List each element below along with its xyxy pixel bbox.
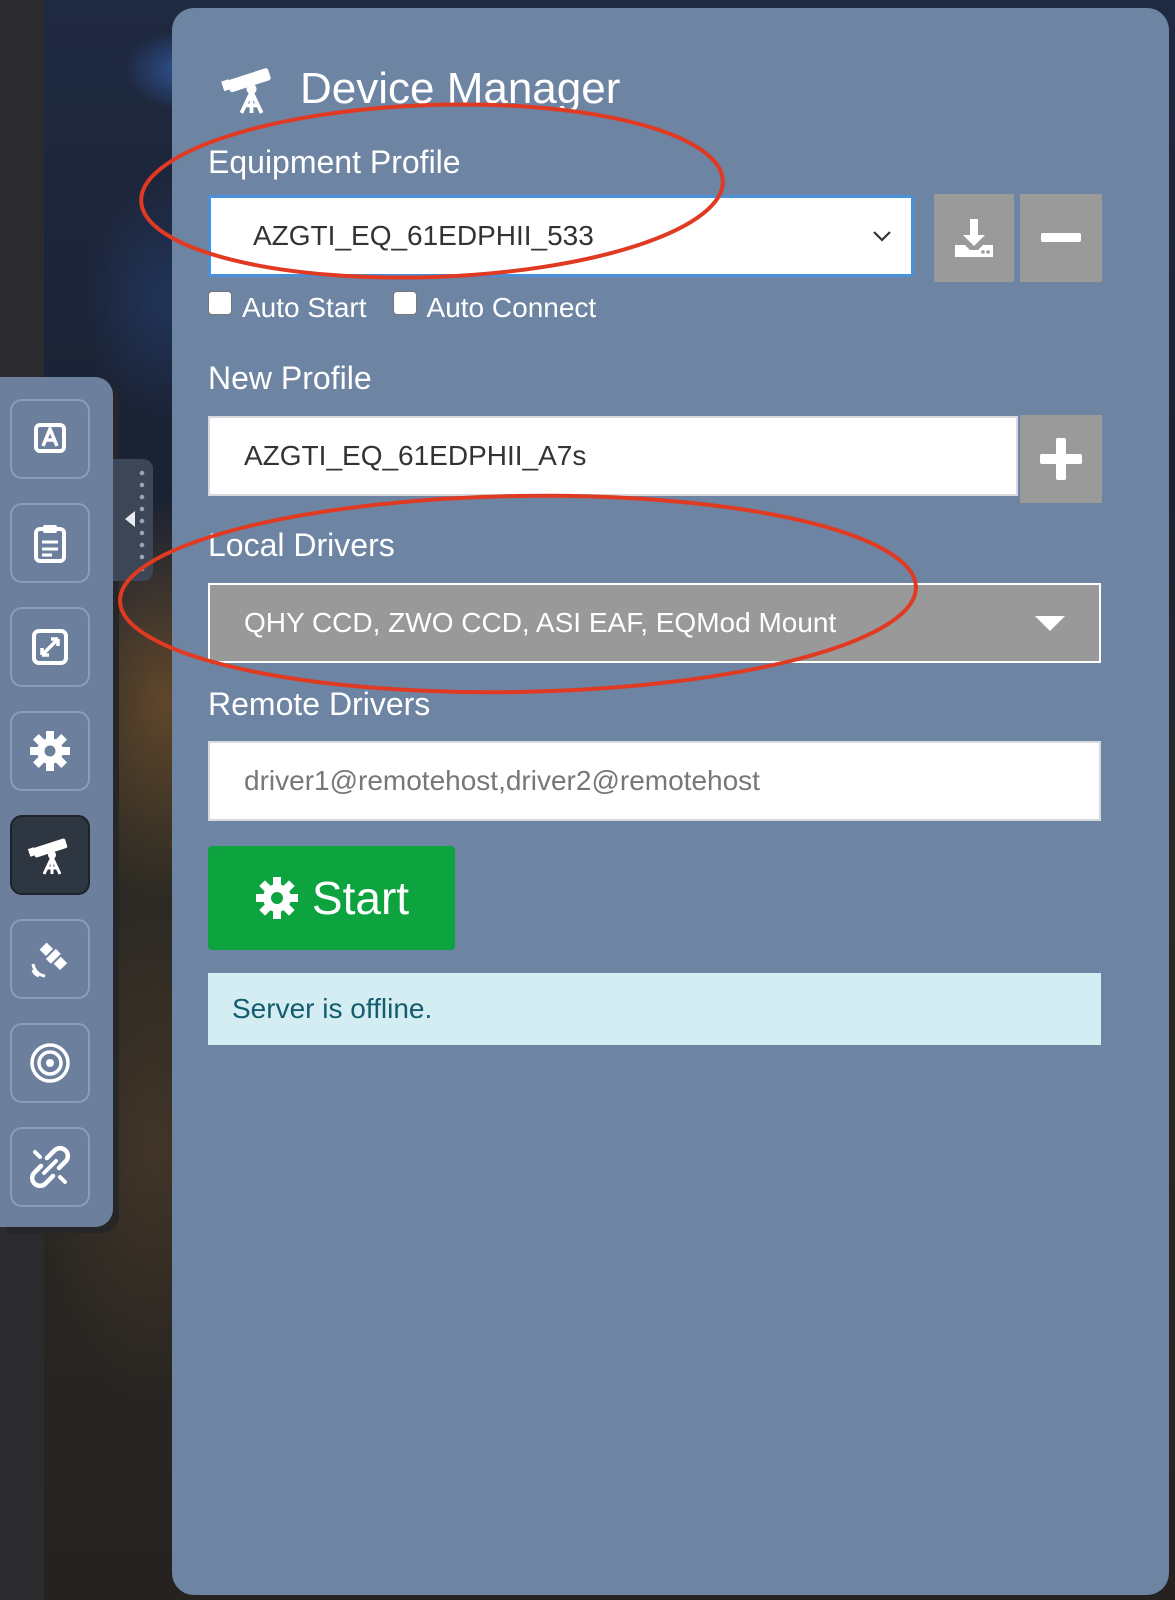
sidebar-item-text[interactable] <box>10 399 90 479</box>
gear-icon <box>30 731 70 771</box>
expand-icon <box>32 629 68 665</box>
unlink-icon <box>29 1145 71 1189</box>
sidebar-item-fullscreen[interactable] <box>10 607 90 687</box>
new-profile-input[interactable]: AZGTI_EQ_61EDPHII_A7s <box>208 416 1018 496</box>
clipboard-icon <box>34 525 66 563</box>
new-profile-value: AZGTI_EQ_61EDPHII_A7s <box>244 440 587 471</box>
auto-start-label: Auto Start <box>242 292 367 323</box>
local-drivers-select[interactable]: QHY CCD, ZWO CCD, ASI EAF, EQMod Mount <box>208 583 1101 663</box>
text-a-icon <box>34 423 66 453</box>
local-drivers-label: Local Drivers <box>208 527 395 563</box>
drag-dots-icon <box>139 467 145 573</box>
remote-drivers-input[interactable]: driver1@remotehost,driver2@remotehost <box>208 741 1101 821</box>
auto-start-checkbox[interactable] <box>208 291 232 315</box>
plus-icon <box>1040 438 1082 480</box>
sidebar-item-device-manager[interactable] <box>10 815 90 895</box>
remote-drivers-label: Remote Drivers <box>208 686 431 722</box>
sidebar-item-disconnect[interactable] <box>10 1127 90 1207</box>
download-icon <box>955 219 993 257</box>
remove-profile-button[interactable] <box>1020 194 1102 282</box>
sidebar <box>0 377 113 1227</box>
caret-down-icon <box>1035 615 1065 631</box>
equipment-profile-select[interactable]: AZGTI_EQ_61EDPHII_533 <box>208 195 914 277</box>
equipment-profile-label: Equipment Profile <box>208 144 461 180</box>
telescope-icon <box>221 68 271 114</box>
profile-options: Auto Start Auto Connect <box>208 291 597 324</box>
sidebar-collapse-handle[interactable] <box>113 459 153 581</box>
add-profile-button[interactable] <box>1020 415 1102 503</box>
new-profile-label: New Profile <box>208 360 372 396</box>
sidebar-item-satellite[interactable] <box>10 919 90 999</box>
start-button-label: Start <box>311 872 410 924</box>
status-alert: Server is offline. <box>208 973 1101 1045</box>
gear-icon <box>255 877 298 919</box>
minus-icon <box>1041 233 1081 242</box>
page-title: Device Manager <box>300 64 621 113</box>
device-manager-panel: Device Manager Equipment Profile AZGTI_E… <box>172 8 1169 1595</box>
sidebar-item-target[interactable] <box>10 1023 90 1103</box>
sidebar-item-clipboard[interactable] <box>10 503 90 583</box>
collapse-arrow-icon <box>125 511 135 527</box>
chevron-down-icon <box>873 231 891 242</box>
start-button[interactable]: Start <box>208 846 455 950</box>
equipment-profile-value: AZGTI_EQ_61EDPHII_533 <box>253 220 594 251</box>
auto-connect-checkbox[interactable] <box>392 291 417 315</box>
satellite-icon <box>31 942 68 978</box>
target-icon <box>30 1043 70 1083</box>
local-drivers-value: QHY CCD, ZWO CCD, ASI EAF, EQMod Mount <box>244 607 837 638</box>
sidebar-item-settings[interactable] <box>10 711 90 791</box>
remote-drivers-placeholder: driver1@remotehost,driver2@remotehost <box>244 765 760 796</box>
telescope-icon <box>27 838 68 875</box>
title-row: Device Manager <box>220 60 620 118</box>
save-profile-button[interactable] <box>934 194 1014 282</box>
auto-connect-label: Auto Connect <box>426 292 597 323</box>
